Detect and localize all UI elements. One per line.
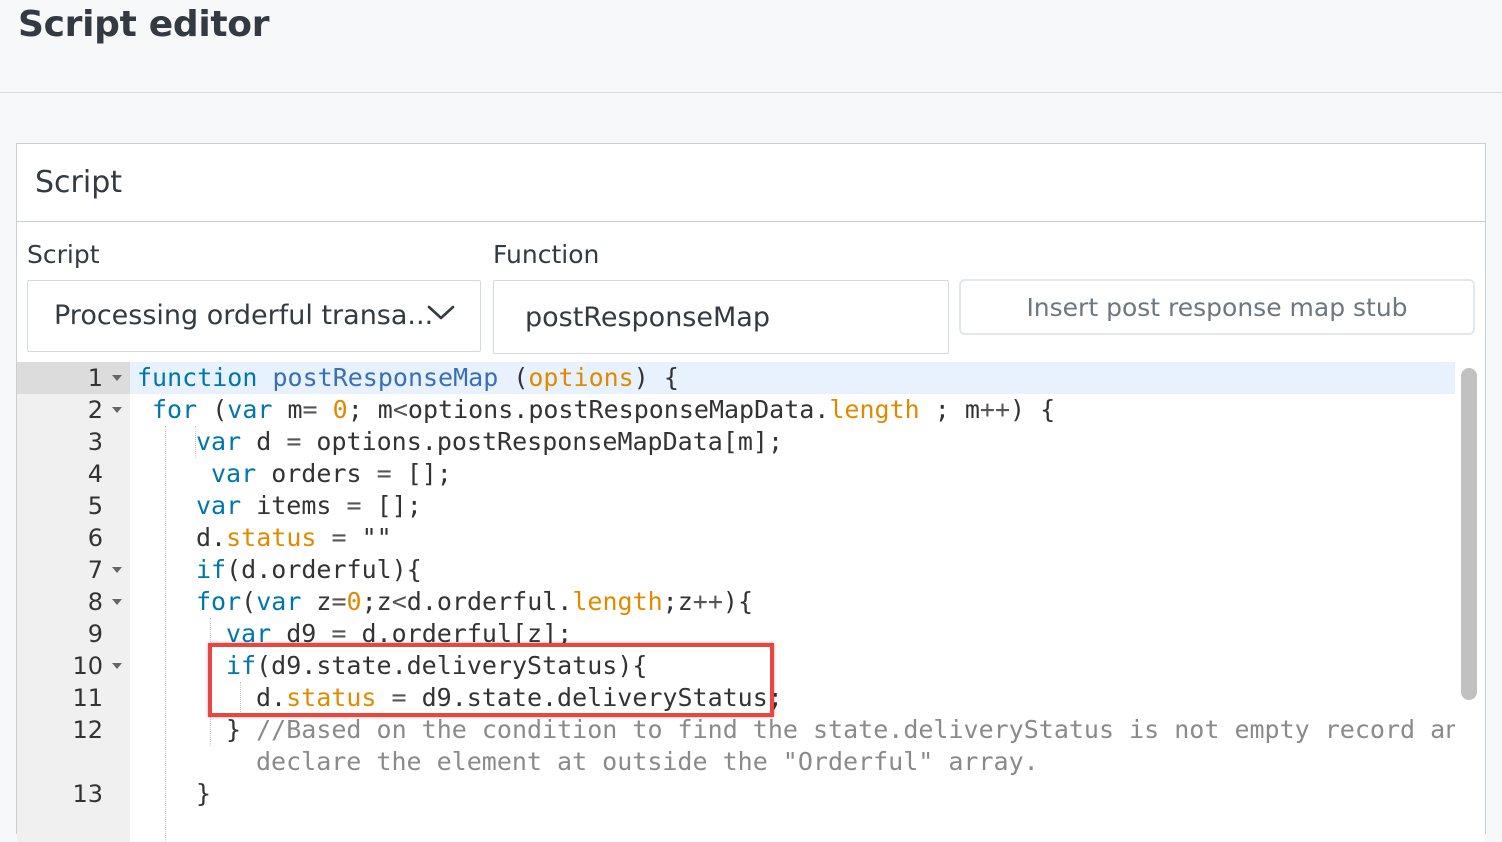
line-number: 2: [87, 396, 103, 424]
insert-stub-button[interactable]: Insert post response map stub: [959, 279, 1475, 335]
line-number: 1: [87, 364, 103, 392]
code-area[interactable]: function postResponseMap (options) { for…: [130, 362, 1475, 842]
code-line: d.status = d9.state.deliveryStatus;: [256, 683, 783, 712]
line-number: 6: [87, 524, 103, 552]
code-line: var d = options.postResponseMapData[m];: [196, 427, 784, 456]
script-select-value: Processing orderful transa...: [54, 300, 434, 331]
script-panel: Script Script Function Processing orderf…: [16, 143, 1486, 842]
line-number: 8: [87, 588, 103, 616]
page-title: Script editor: [18, 4, 270, 45]
line-number: 9: [87, 620, 103, 648]
line-number: 13: [72, 780, 103, 808]
editor-scrollbar-thumb[interactable]: [1461, 368, 1477, 700]
line-number: 4: [87, 460, 103, 488]
fold-caret-icon[interactable]: [112, 663, 122, 669]
line-number: 7: [87, 556, 103, 584]
code-line: var orders = [];: [211, 459, 452, 488]
page-header: Script editor: [0, 0, 1502, 93]
code-line: for (var m= 0; m<options.postResponseMap…: [152, 395, 1056, 424]
line-number: 5: [87, 492, 103, 520]
indent-guide: [165, 426, 166, 842]
line-number: 12: [72, 716, 103, 744]
indent-guide: [240, 682, 241, 714]
panel-title: Script: [35, 165, 123, 200]
line-number: 11: [72, 684, 103, 712]
line-number: 10: [72, 652, 103, 680]
panel-header: Script: [17, 144, 1485, 222]
fold-caret-icon[interactable]: [112, 567, 122, 573]
code-comment: //Based on the condition to find the sta…: [256, 715, 1476, 744]
function-input[interactable]: [493, 280, 949, 354]
code-line: var items = [];: [196, 491, 422, 520]
code-editor[interactable]: 1 2 3 4 5 6 7 8 9 10 11 12 13 function p…: [17, 362, 1484, 842]
code-line: }: [196, 779, 212, 808]
code-line: declare the element at outside the "Orde…: [256, 746, 1039, 778]
code-comment: declare the element at outside the "Orde…: [256, 747, 1039, 776]
code-line: if(d9.state.deliveryStatus){: [226, 651, 648, 680]
line-number: 3: [87, 428, 103, 456]
script-field-label: Script: [27, 240, 100, 269]
chevron-down-icon: [427, 305, 455, 320]
code-line: } //Based on the condition to find the s…: [226, 715, 1476, 744]
fold-caret-icon[interactable]: [112, 375, 122, 381]
fold-caret-icon[interactable]: [112, 407, 122, 413]
fold-caret-icon[interactable]: [112, 599, 122, 605]
code-line: d.status = "": [196, 523, 392, 552]
function-field-label: Function: [493, 240, 600, 269]
code-line: for(var z=0;z<d.orderful.length;z++){: [196, 587, 753, 616]
code-line: var d9 = d.orderful[z];: [226, 619, 573, 648]
indent-guide: [210, 618, 211, 746]
code-line: function postResponseMap (options) {: [137, 363, 679, 392]
script-select[interactable]: Processing orderful transa...: [27, 280, 481, 352]
code-line: if(d.orderful){: [196, 555, 422, 584]
